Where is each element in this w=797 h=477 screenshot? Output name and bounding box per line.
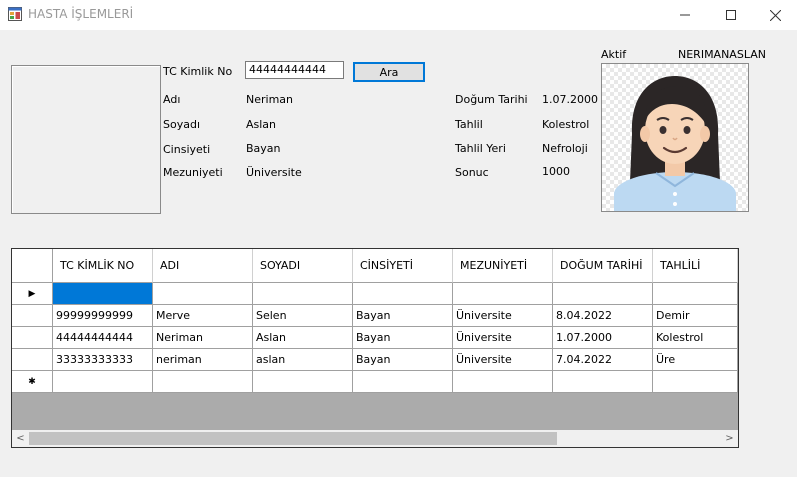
table-cell[interactable] [253,371,353,393]
adi-label: Adı [163,93,181,106]
maximize-button[interactable] [708,0,754,30]
table-cell[interactable] [353,283,453,305]
horizontal-scrollbar[interactable]: < > [12,430,738,447]
table-cell[interactable] [653,371,738,393]
sonuc-value: 1000 [542,165,570,178]
table-cell[interactable]: Selen [253,305,353,327]
scroll-right-icon[interactable]: > [721,430,738,447]
search-button[interactable]: Ara [353,62,425,82]
table-cell[interactable] [653,283,738,305]
column-header[interactable]: MEZUNİYETİ [453,249,553,283]
table-row[interactable]: 44444444444 Neriman Aslan Bayan Üniversite 1.… [12,327,738,349]
tc-label: TC Kimlik No [163,65,233,78]
mezuniyet-value: Üniversite [246,166,302,179]
window-title: HASTA İŞLEMLERİ [28,7,134,21]
dogum-value: 1.07.2000 [542,93,598,106]
scroll-left-icon[interactable]: < [12,430,29,447]
table-cell[interactable] [453,283,553,305]
table-cell[interactable]: Üniversite [453,305,553,327]
table-cell[interactable]: Bayan [353,349,453,371]
scroll-thumb[interactable] [29,432,557,445]
photo-panel [11,65,161,214]
table-cell[interactable] [53,283,153,305]
row-header[interactable]: ✱ [12,371,53,393]
table-cell[interactable] [253,283,353,305]
table-cell[interactable] [553,371,653,393]
table-cell[interactable] [353,371,453,393]
mezuniyet-label: Mezuniyeti [163,166,223,179]
minimize-icon [680,14,690,16]
grid-header-row: TC KİMLİK NO ADI SOYADI CİNSİYETİ MEZUNİYETİ… [12,249,738,283]
tahlil-yeri-value: Nefroloji [542,142,588,155]
table-cell[interactable]: Merve [153,305,253,327]
cinsiyet-value: Bayan [246,142,281,155]
table-row[interactable]: ✱ [12,371,738,393]
table-cell[interactable]: neriman [153,349,253,371]
minimize-button[interactable] [662,0,708,30]
tahlil-label: Tahlil [455,118,483,131]
table-row[interactable]: 99999999999 Merve Selen Bayan Üniversite 8.04… [12,305,738,327]
column-header[interactable]: TAHLİLİ [653,249,738,283]
adi-value: Neriman [246,93,294,106]
table-cell[interactable]: Aslan [253,327,353,349]
table-cell[interactable]: Bayan [353,305,453,327]
column-header[interactable]: SOYADI [253,249,353,283]
table-cell[interactable]: Üniversite [453,327,553,349]
dogum-label: Doğum Tarihi [455,93,528,106]
app-form-icon [8,7,22,21]
cinsiyet-label: Cinsiyeti [163,143,211,156]
grid-corner[interactable] [12,249,53,283]
table-cell[interactable]: Kolestrol [653,327,738,349]
column-header[interactable]: TC KİMLİK NO [53,249,153,283]
title-bar: HASTA İŞLEMLERİ [0,0,797,30]
table-cell[interactable] [53,371,153,393]
table-cell[interactable]: Demir [653,305,738,327]
username-label: NERIMANASLAN [678,48,766,61]
table-row[interactable]: ▶ [12,283,738,305]
table-cell[interactable]: 8.04.2022 [553,305,653,327]
column-header[interactable]: CİNSİYETİ [353,249,453,283]
table-cell[interactable] [153,371,253,393]
table-cell[interactable]: Üre [653,349,738,371]
sonuc-label: Sonuc [455,166,489,179]
row-header[interactable] [12,305,53,327]
tahlil-yeri-label: Tahlil Yeri [455,142,506,155]
status-label: Aktif [601,48,627,61]
tahlil-value: Kolestrol [542,118,590,131]
table-row[interactable]: 33333333333 neriman aslan Bayan Üniversite 7.… [12,349,738,371]
table-cell[interactable] [153,283,253,305]
table-cell[interactable]: Üniversite [453,349,553,371]
row-header[interactable]: ▶ [12,283,53,305]
table-cell[interactable]: Neriman [153,327,253,349]
row-header[interactable] [12,349,53,371]
close-button[interactable] [752,0,797,30]
table-cell[interactable]: Bayan [353,327,453,349]
tc-input[interactable]: 44444444444 [245,61,344,79]
column-header[interactable]: DOĞUM TARİHİ [553,249,653,283]
close-icon [769,9,781,21]
patient-grid[interactable]: TC KİMLİK NO ADI SOYADI CİNSİYETİ MEZUNİYETİ… [11,248,739,448]
avatar [601,63,749,212]
soyadi-label: Soyadı [163,118,201,131]
table-cell[interactable]: 99999999999 [53,305,153,327]
woman-avatar-icon [614,76,736,211]
table-cell[interactable]: 44444444444 [53,327,153,349]
table-cell[interactable]: aslan [253,349,353,371]
table-cell[interactable]: 7.04.2022 [553,349,653,371]
table-cell[interactable]: 33333333333 [53,349,153,371]
soyadi-value: Aslan [246,118,277,131]
maximize-icon [726,10,736,20]
column-header[interactable]: ADI [153,249,253,283]
row-header[interactable] [12,327,53,349]
table-cell[interactable]: 1.07.2000 [553,327,653,349]
table-cell[interactable] [453,371,553,393]
table-cell[interactable] [553,283,653,305]
